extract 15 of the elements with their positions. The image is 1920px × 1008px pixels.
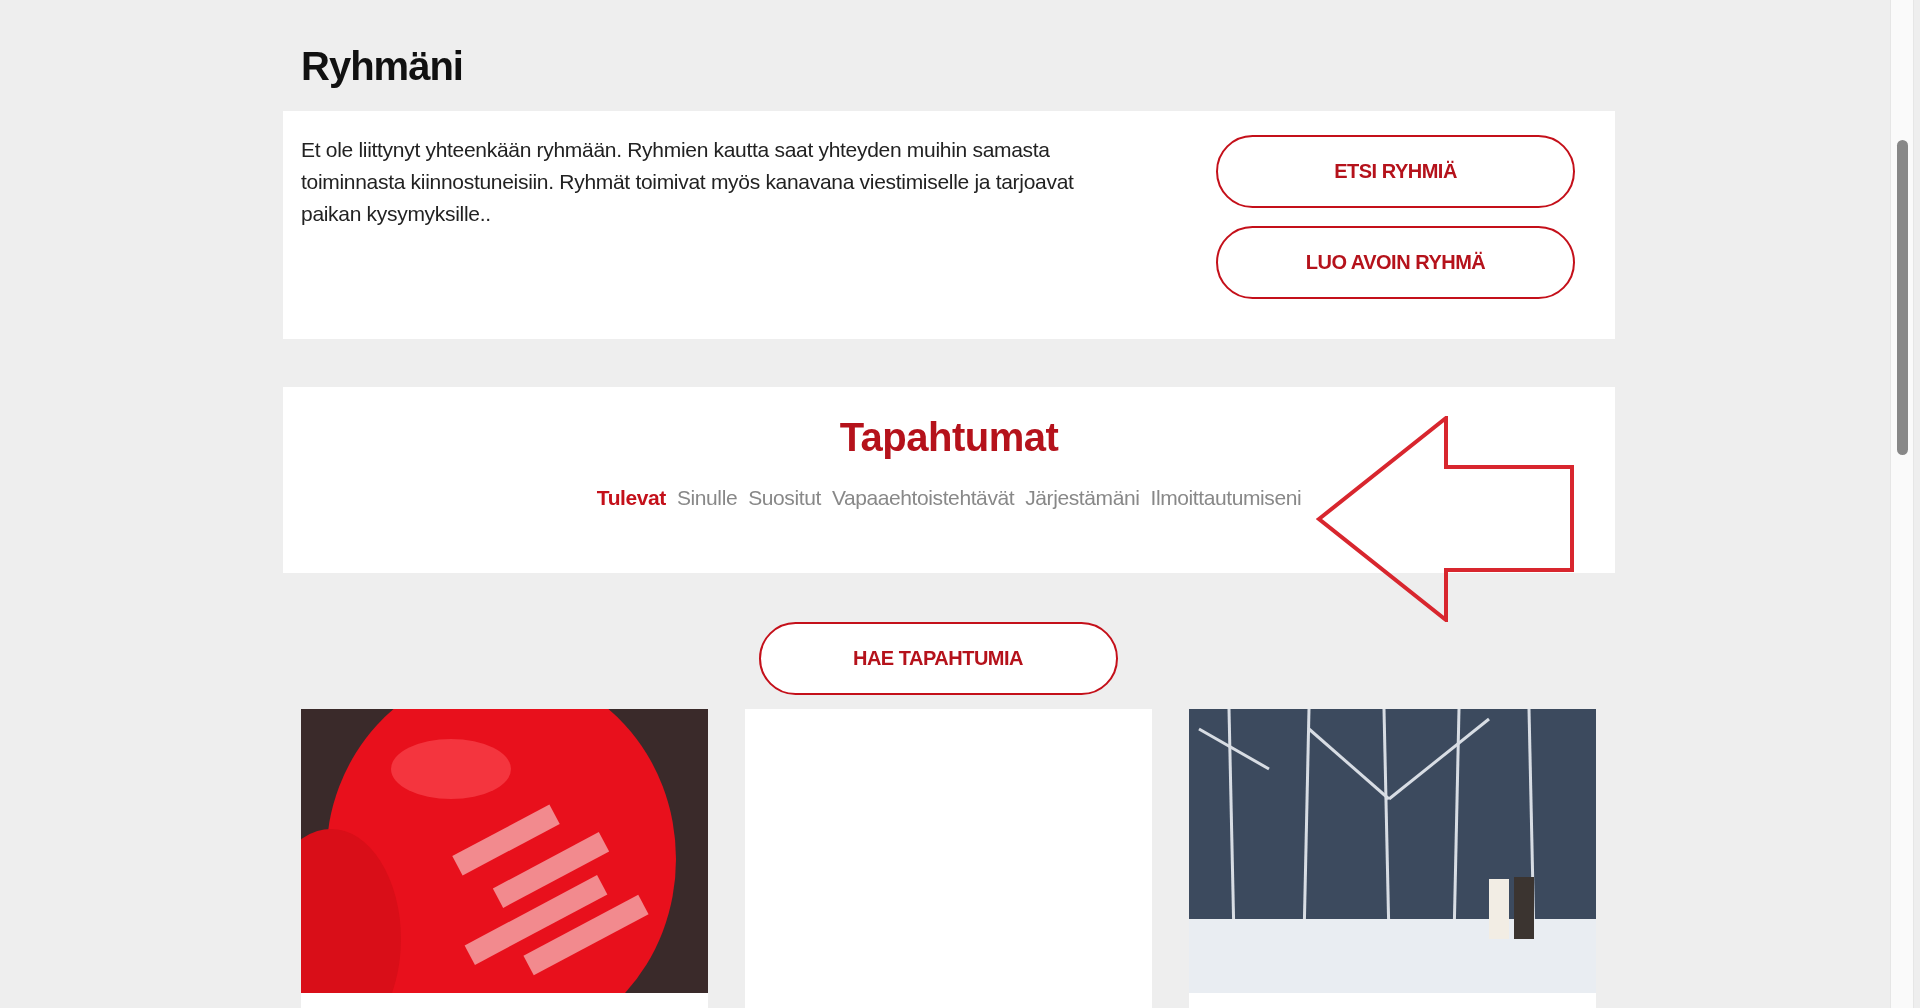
outline-button[interactable]: ETSI RYHMIÄ: [1216, 135, 1575, 208]
section-title: Ryhmäni: [301, 44, 464, 90]
outline-button[interactable]: LUO AVOIN RYHMÄ: [1216, 226, 1575, 299]
filter-tab[interactable]: Tulevat: [596, 486, 666, 510]
arrow-icon: [1316, 416, 1576, 622]
events-title: Tapahtumat: [839, 415, 1059, 460]
filter-tab[interactable]: Ilmoittautumiseni: [1150, 486, 1302, 510]
scrollbar[interactable]: [1890, 0, 1914, 1008]
filter-tab[interactable]: Sinulle: [676, 486, 738, 510]
filter-tab[interactable]: Järjestämäni: [1025, 486, 1140, 510]
search-events-button[interactable]: HAE TAPAHTUMIA: [758, 622, 1118, 695]
filter-tab[interactable]: Suositut: [748, 486, 821, 510]
scrollbar-thumb[interactable]: [1896, 140, 1908, 455]
info-text: Et ole liittynyt yhteenkään ryhmään. Ryhmien kautta saat yhteyden muihin samasta toiminnasta kiinnostuneisiin. Ryhmät toimivat myös kanavana viestimiselle ja tarjoavat paikan kysymyksille..: [301, 137, 1075, 227]
filter-tab[interactable]: Vapaaehtoistehtävät: [831, 486, 1015, 510]
